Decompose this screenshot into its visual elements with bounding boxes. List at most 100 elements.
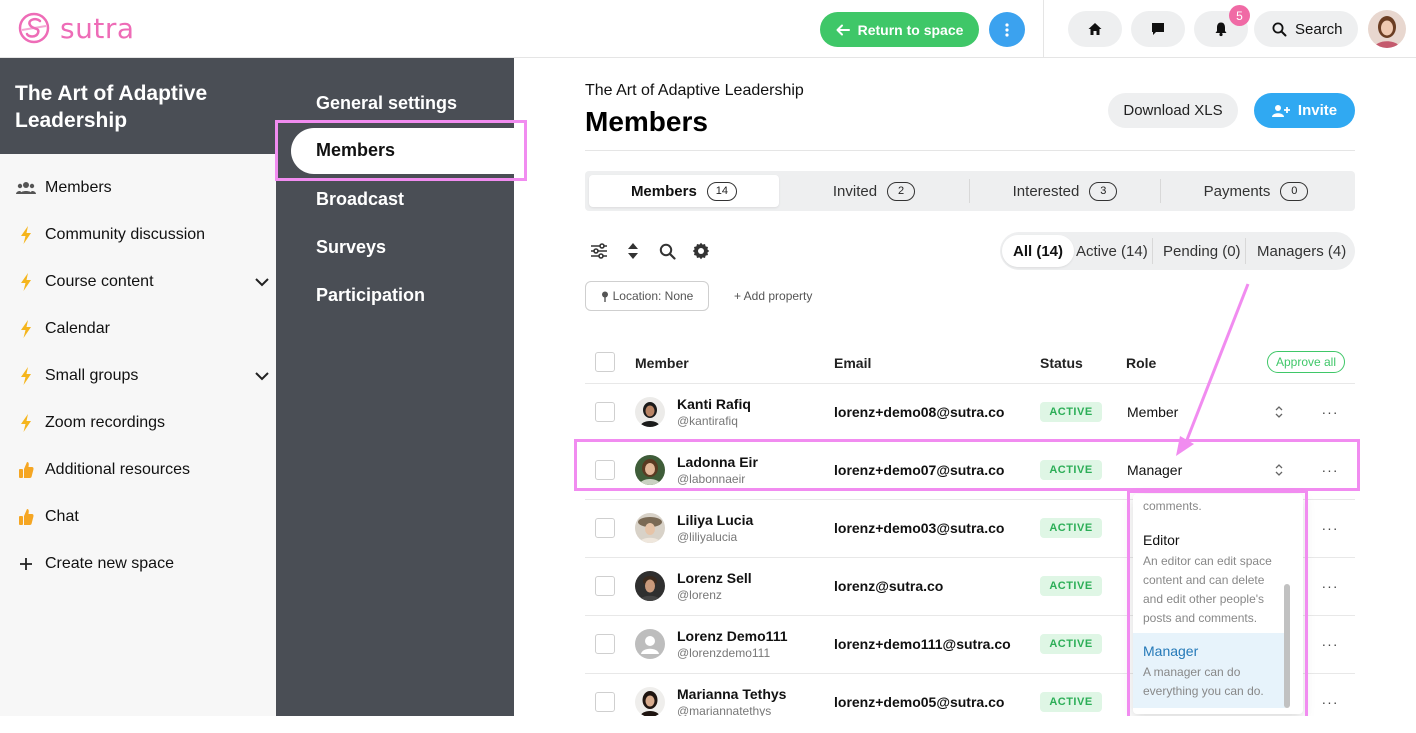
return-to-space-button[interactable]: Return to space bbox=[820, 12, 979, 47]
top-bar: sutra Return to space 5 Search bbox=[0, 0, 1416, 58]
settings-nav-general[interactable]: General settings bbox=[316, 93, 457, 114]
search-button[interactable]: Search bbox=[1254, 11, 1358, 47]
sidebar-item-zoom-recordings[interactable]: Zoom recordings bbox=[0, 403, 276, 443]
settings-nav-participation[interactable]: Participation bbox=[316, 285, 425, 306]
sutra-logo-icon[interactable] bbox=[18, 12, 50, 44]
highlight-box-members-nav bbox=[275, 120, 527, 181]
sidebar-item-create-new-space[interactable]: Create new space bbox=[0, 544, 276, 584]
column-header-role[interactable]: Role bbox=[1126, 355, 1156, 371]
space-options-button[interactable] bbox=[989, 12, 1025, 47]
updown-chevron-icon[interactable] bbox=[1272, 403, 1286, 421]
space-sidebar: The Art of Adaptive Leadership Members C… bbox=[0, 58, 276, 733]
messages-button[interactable] bbox=[1131, 11, 1185, 47]
user-avatar[interactable] bbox=[1368, 10, 1406, 48]
avatar bbox=[635, 629, 665, 659]
sidebar-item-chat[interactable]: Chat bbox=[0, 497, 276, 537]
filter-separator bbox=[1152, 238, 1153, 264]
chevron-down-icon[interactable] bbox=[252, 366, 272, 386]
chevron-down-icon[interactable] bbox=[252, 272, 272, 292]
row-checkbox[interactable] bbox=[595, 692, 615, 712]
lightning-icon bbox=[15, 224, 37, 246]
lightning-icon bbox=[15, 365, 37, 387]
space-title[interactable]: The Art of Adaptive Leadership bbox=[15, 80, 265, 134]
sidebar-item-label: Course content bbox=[45, 273, 154, 290]
annotation-arrow-icon bbox=[1176, 283, 1250, 456]
member-name[interactable]: Lorenz Demo111 bbox=[677, 628, 788, 644]
row-more-options-icon[interactable]: ··· bbox=[1318, 635, 1342, 653]
member-name[interactable]: Kanti Rafiq bbox=[677, 396, 751, 412]
row-checkbox[interactable] bbox=[595, 634, 615, 654]
filter-managers[interactable]: Managers (4) bbox=[1257, 235, 1346, 267]
member-name[interactable]: Marianna Tethys bbox=[677, 686, 786, 702]
settings-nav-broadcast[interactable]: Broadcast bbox=[316, 189, 404, 210]
sidebar-item-course-content[interactable]: Course content bbox=[0, 262, 276, 302]
sidebar-item-members[interactable]: Members bbox=[0, 168, 276, 208]
chat-bubble-icon bbox=[1152, 23, 1164, 35]
settings-nav-surveys[interactable]: Surveys bbox=[316, 237, 386, 258]
invite-label: Invite bbox=[1297, 102, 1338, 119]
tab-label: Interested bbox=[1012, 182, 1080, 200]
sidebar-item-additional-resources[interactable]: Additional resources bbox=[0, 450, 276, 490]
filter-all[interactable]: All (14) bbox=[1002, 235, 1075, 267]
row-more-options-icon[interactable]: ··· bbox=[1318, 577, 1342, 595]
filter-separator bbox=[1245, 238, 1246, 264]
plus-icon bbox=[15, 553, 37, 575]
sidebar-item-calendar[interactable]: Calendar bbox=[0, 309, 276, 349]
avatar bbox=[635, 513, 665, 543]
tab-label: Payments bbox=[1203, 182, 1271, 200]
sidebar-item-community-discussion[interactable]: Community discussion bbox=[0, 215, 276, 255]
row-checkbox[interactable] bbox=[595, 518, 615, 538]
column-header-email[interactable]: Email bbox=[834, 355, 871, 371]
column-header-status[interactable]: Status bbox=[1040, 355, 1083, 371]
status-filter-group: All (14) Active (14) Pending (0) Manager… bbox=[1000, 232, 1355, 270]
download-xls-button[interactable]: Download XLS bbox=[1108, 93, 1238, 128]
tab-invited[interactable]: Invited 2 bbox=[779, 175, 969, 207]
lightning-icon bbox=[15, 412, 37, 434]
row-checkbox[interactable] bbox=[595, 576, 615, 596]
column-header-member[interactable]: Member bbox=[635, 355, 689, 371]
tab-count-badge: 3 bbox=[1089, 181, 1118, 201]
members-tabs: Members 14 Invited 2 Interested 3 Paymen… bbox=[585, 171, 1355, 211]
location-filter-chip[interactable]: Location: None bbox=[585, 281, 709, 311]
lightning-icon bbox=[15, 318, 37, 340]
member-email: lorenz@sutra.co bbox=[834, 578, 944, 594]
brand-name[interactable]: sutra bbox=[60, 12, 134, 45]
tab-payments[interactable]: Payments 0 bbox=[1161, 175, 1351, 207]
row-more-options-icon[interactable]: ··· bbox=[1318, 403, 1342, 421]
search-icon[interactable] bbox=[656, 240, 678, 262]
member-email: lorenz+demo05@sutra.co bbox=[834, 694, 1005, 710]
filter-active[interactable]: Active (14) bbox=[1076, 235, 1148, 267]
bottom-strip bbox=[0, 716, 1416, 733]
tab-label: Members bbox=[630, 182, 697, 200]
invite-button[interactable]: Invite bbox=[1254, 93, 1355, 128]
tab-count-badge: 2 bbox=[887, 181, 916, 201]
row-more-options-icon[interactable]: ··· bbox=[1318, 693, 1342, 711]
breadcrumb-space-title: The Art of Adaptive Leadership bbox=[585, 82, 804, 99]
sort-icon[interactable] bbox=[622, 240, 644, 262]
home-icon bbox=[1088, 23, 1102, 35]
top-divider bbox=[1043, 0, 1044, 58]
add-property-button[interactable]: + Add property bbox=[734, 289, 812, 303]
tab-members[interactable]: Members 14 bbox=[589, 175, 779, 207]
row-more-options-icon[interactable]: ··· bbox=[1318, 519, 1342, 537]
space-header: The Art of Adaptive Leadership bbox=[0, 58, 276, 154]
approve-all-button[interactable]: Approve all bbox=[1267, 351, 1345, 373]
member-email: lorenz+demo08@sutra.co bbox=[834, 404, 1005, 420]
member-handle: @lorenz bbox=[677, 588, 722, 602]
sidebar-item-label: Calendar bbox=[45, 320, 110, 337]
member-email: lorenz+demo03@sutra.co bbox=[834, 520, 1005, 536]
member-name[interactable]: Liliya Lucia bbox=[677, 512, 753, 528]
search-label: Search bbox=[1295, 20, 1343, 38]
home-button[interactable] bbox=[1068, 11, 1122, 47]
sidebar-item-small-groups[interactable]: Small groups bbox=[0, 356, 276, 396]
filter-sliders-icon[interactable] bbox=[588, 240, 610, 262]
select-all-checkbox[interactable] bbox=[595, 352, 615, 372]
tab-interested[interactable]: Interested 3 bbox=[970, 175, 1160, 207]
row-checkbox[interactable] bbox=[595, 402, 615, 422]
notification-count-badge: 5 bbox=[1229, 5, 1250, 26]
sidebar-item-label: Additional resources bbox=[45, 461, 190, 478]
status-badge: ACTIVE bbox=[1040, 402, 1102, 422]
member-name[interactable]: Lorenz Sell bbox=[677, 570, 752, 586]
gear-icon[interactable] bbox=[690, 240, 712, 262]
filter-pending[interactable]: Pending (0) bbox=[1163, 235, 1241, 267]
